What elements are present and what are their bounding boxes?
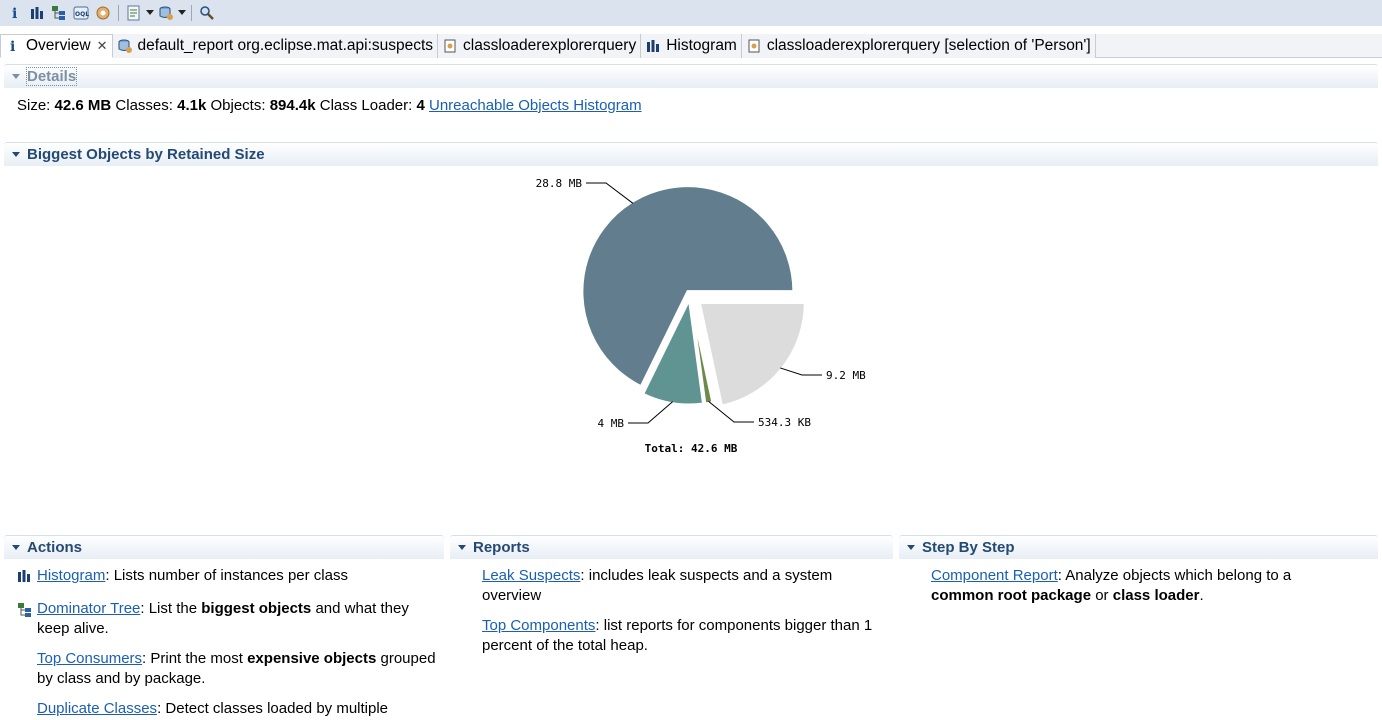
details-title: Details (25, 67, 78, 86)
tab-histogram[interactable]: Histogram (641, 34, 742, 58)
details-section-header[interactable]: Details (4, 64, 1378, 88)
pie-leader-line (628, 401, 674, 424)
histogram-link[interactable]: Histogram (37, 567, 105, 584)
pie-leader-line (780, 367, 822, 376)
biggest-objects-title: Biggest Objects by Retained Size (27, 146, 265, 163)
chevron-down-icon (12, 545, 20, 550)
search-icon[interactable] (196, 2, 218, 24)
run-report-icon[interactable] (123, 2, 145, 24)
size-label: Size: (17, 97, 51, 114)
pie-slice-label: 4 MB (598, 417, 625, 430)
action-dominator-tree: Dominator Tree: List the biggest objects… (17, 599, 437, 639)
action-description: : List the (140, 600, 202, 617)
chevron-down-icon[interactable] (145, 2, 155, 24)
dominator-tree-icon (17, 599, 37, 639)
tab-label: classloaderexplorerquery [selection of '… (766, 37, 1091, 54)
query-browser-icon[interactable] (155, 2, 177, 24)
actions-title: Actions (27, 539, 83, 556)
pie-total-label: Total: 42.6 MB (645, 442, 738, 455)
chevron-down-icon (12, 152, 20, 157)
classes-label: Classes: (115, 97, 173, 114)
pie-slice[interactable] (697, 301, 807, 408)
step-by-step-title: Step By Step (922, 539, 1015, 556)
action-histogram: Histogram: Lists number of instances per… (17, 566, 437, 589)
step-component-report: Component Report: Analyze objects which … (931, 566, 1351, 606)
objects-value: 894.4k (269, 97, 316, 114)
tab-label: Overview (26, 37, 91, 54)
step-by-step-list: Component Report: Analyze objects which … (931, 566, 1351, 616)
dominator-tree-link[interactable]: Dominator Tree (37, 600, 140, 617)
step-by-step-section-header[interactable]: Step By Step (899, 535, 1378, 559)
component-report-link[interactable]: Component Report (931, 567, 1058, 584)
query-icon (746, 38, 762, 54)
top-components-link[interactable]: Top Components (482, 617, 595, 634)
pie-slice-label: 534.3 KB (758, 416, 811, 429)
biggest-objects-section-header[interactable]: Biggest Objects by Retained Size (4, 142, 1378, 166)
classes-value: 4.1k (177, 97, 207, 114)
tab-classloaderexplorerquery-selection[interactable]: classloaderexplorerquery [selection of '… (741, 34, 1096, 58)
pie-leader-line (586, 182, 634, 204)
query-icon (442, 38, 458, 54)
editor-tab-bar: i Overview ✕ default_report org.eclipse.… (0, 34, 1382, 58)
tab-label: classloaderexplorerquery (463, 37, 637, 54)
action-top-consumers: Top Consumers: Print the most expensive … (17, 649, 437, 689)
close-icon[interactable]: ✕ (97, 38, 108, 54)
step-description: . (1199, 587, 1204, 604)
report-icon (117, 38, 133, 54)
histogram-icon[interactable] (26, 2, 48, 24)
chevron-down-icon (907, 545, 915, 550)
toolbar-separator (191, 5, 192, 21)
duplicate-classes-link[interactable]: Duplicate Classes (37, 700, 157, 717)
svg-text:i: i (10, 39, 15, 53)
action-description: : Lists number of instances per class (105, 567, 348, 584)
step-description: : Analyze objects which belong to a (1057, 567, 1292, 584)
action-duplicate-classes: Duplicate Classes: Detect classes loaded… (17, 699, 437, 719)
top-consumers-link[interactable]: Top Consumers (37, 650, 142, 667)
info-icon: i (5, 38, 21, 54)
details-summary: Size: 42.6 MB Classes: 4.1k Objects: 894… (17, 97, 642, 114)
reports-title: Reports (473, 539, 530, 556)
step-emphasis: class loader (1112, 587, 1200, 604)
action-emphasis: biggest objects (201, 600, 312, 617)
size-value: 42.6 MB (54, 97, 112, 114)
toolbar: i OQL (0, 0, 1382, 26)
step-emphasis: common root package (931, 587, 1092, 604)
action-description: : Print the most (142, 650, 248, 667)
chevron-down-icon (12, 74, 20, 79)
report-leak-suspects: Leak Suspects: includes leak suspects an… (482, 566, 882, 606)
toolbar-separator (118, 5, 119, 21)
biggest-objects-pie-chart: 28.8 MB 4 MB 534.3 KB 9.2 MB Total: 42.6 MB (520, 170, 900, 470)
reports-list: Leak Suspects: includes leak suspects an… (482, 566, 882, 666)
histogram-icon (17, 566, 37, 589)
actions-list: Histogram: Lists number of instances per… (17, 566, 437, 720)
oql-icon[interactable]: OQL (70, 2, 92, 24)
step-description: or (1091, 587, 1113, 604)
svg-text:OQL: OQL (75, 11, 89, 18)
pie-slice-label: 9.2 MB (826, 369, 866, 382)
objects-label: Objects: (210, 97, 266, 114)
heap-dump-overview-icon[interactable] (92, 2, 114, 24)
tab-default-report[interactable]: default_report org.eclipse.mat.api:suspe… (112, 34, 439, 58)
pie-slice-label: 28.8 MB (536, 177, 583, 190)
actions-section-header[interactable]: Actions (4, 535, 444, 559)
class-loader-label: Class Loader: (319, 97, 413, 114)
chevron-down-icon (458, 545, 466, 550)
tab-overview[interactable]: i Overview ✕ (0, 34, 113, 58)
action-description: : Detect classes loaded by multiple (157, 700, 389, 717)
histogram-icon (645, 38, 661, 54)
dominator-tree-icon[interactable] (48, 2, 70, 24)
tab-label: default_report org.eclipse.mat.api:suspe… (137, 37, 434, 54)
info-icon[interactable]: i (4, 2, 26, 24)
tab-label: Histogram (666, 37, 737, 54)
chevron-down-icon[interactable] (177, 2, 187, 24)
action-emphasis: expensive objects (247, 650, 377, 667)
unreachable-objects-histogram-link[interactable]: Unreachable Objects Histogram (429, 97, 642, 114)
tab-classloaderexplorerquery[interactable]: classloaderexplorerquery (438, 34, 642, 58)
leak-suspects-link[interactable]: Leak Suspects (482, 567, 580, 584)
svg-text:i: i (12, 6, 17, 20)
report-top-components: Top Components: list reports for compone… (482, 616, 882, 656)
reports-section-header[interactable]: Reports (450, 535, 893, 559)
class-loader-value: 4 (416, 97, 425, 114)
